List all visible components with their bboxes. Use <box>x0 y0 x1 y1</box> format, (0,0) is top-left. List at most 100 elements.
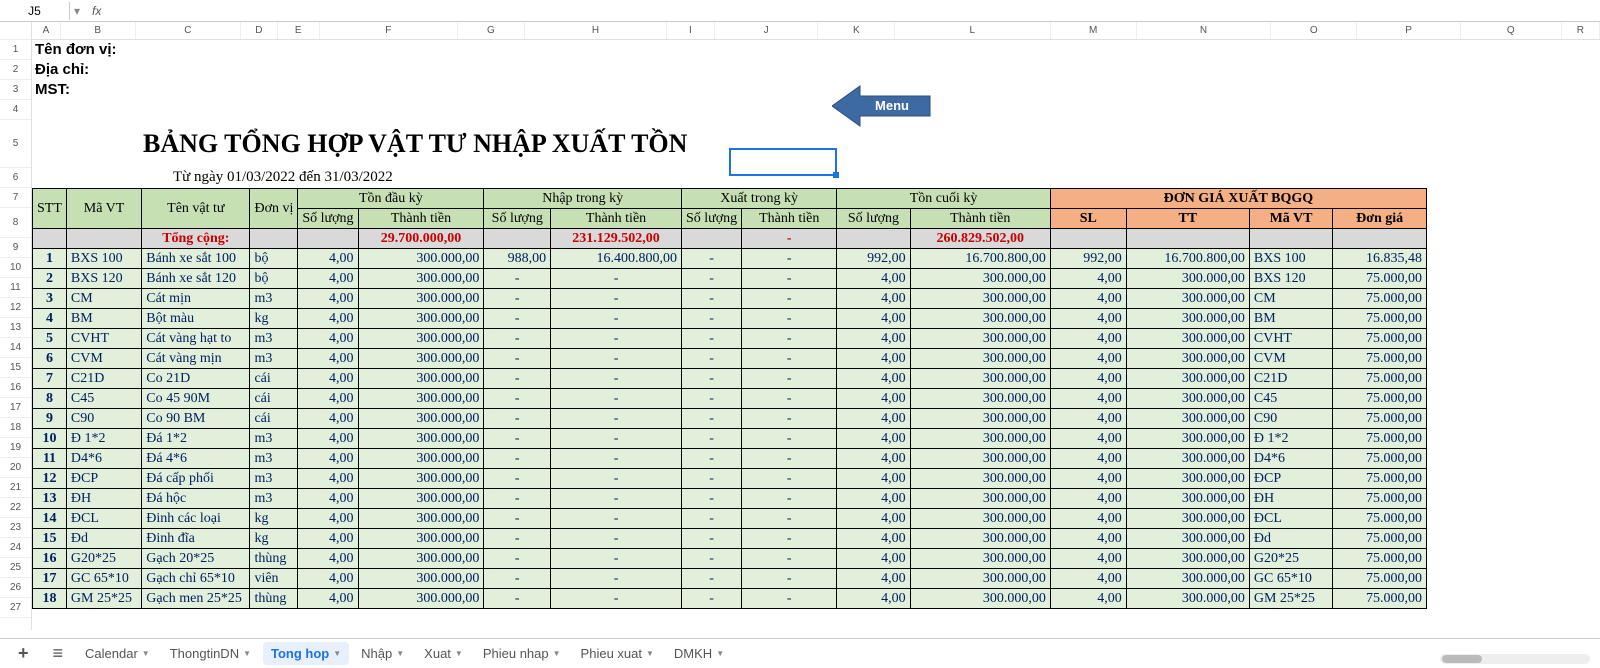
table-cell[interactable]: - <box>484 349 551 369</box>
row-header[interactable]: 10 <box>0 258 31 278</box>
table-row[interactable]: 9C90Co 90 BMcái4,00300.000,00----4,00300… <box>33 409 1427 429</box>
table-cell[interactable]: 16 <box>33 549 67 569</box>
table-cell[interactable]: - <box>681 569 741 589</box>
table-cell[interactable]: 300.000,00 <box>358 569 484 589</box>
table-cell[interactable]: thùng <box>250 589 298 609</box>
table-cell[interactable]: 4,00 <box>837 349 910 369</box>
column-header[interactable]: D <box>241 22 277 39</box>
table-cell[interactable]: - <box>681 429 741 449</box>
table-cell[interactable]: - <box>681 509 741 529</box>
table-cell[interactable]: 4,00 <box>1050 269 1126 289</box>
row-header[interactable]: 17 <box>0 398 31 418</box>
row-header[interactable]: 27 <box>0 598 31 618</box>
table-cell[interactable]: 300.000,00 <box>910 369 1050 389</box>
table-cell[interactable]: 4,00 <box>298 569 358 589</box>
table-cell[interactable]: bộ <box>250 269 298 289</box>
table-cell[interactable]: 300.000,00 <box>1126 509 1249 529</box>
name-box-dropdown-icon[interactable]: ▾ <box>70 4 84 18</box>
table-cell[interactable]: 300.000,00 <box>1126 469 1249 489</box>
sheet-tab[interactable]: DMKH▼ <box>666 642 732 665</box>
sheet-tab[interactable]: Xuat▼ <box>416 642 471 665</box>
table-cell[interactable]: 4,00 <box>1050 529 1126 549</box>
table-cell[interactable]: Bánh xe sắt 120 <box>142 269 250 289</box>
table-cell[interactable]: 4,00 <box>837 489 910 509</box>
fx-icon[interactable]: fx <box>84 4 109 18</box>
chevron-down-icon[interactable]: ▼ <box>553 649 561 658</box>
selected-cell-J5[interactable] <box>729 148 837 176</box>
table-cell[interactable]: Đá cấp phối <box>142 469 250 489</box>
table-cell[interactable]: 4,00 <box>837 589 910 609</box>
table-cell[interactable]: 300.000,00 <box>1126 569 1249 589</box>
table-cell[interactable]: 988,00 <box>484 249 551 269</box>
row-header[interactable]: 6 <box>0 168 31 188</box>
table-cell[interactable]: 300.000,00 <box>358 429 484 449</box>
th-bq-dg[interactable]: Đơn giá <box>1333 209 1427 229</box>
table-cell[interactable]: - <box>742 509 837 529</box>
table-cell[interactable]: C21D <box>66 369 141 389</box>
table-cell[interactable]: 4,00 <box>298 249 358 269</box>
table-cell[interactable]: 300.000,00 <box>1126 489 1249 509</box>
table-cell[interactable]: Gạch chỉ 65*10 <box>142 569 250 589</box>
th-tt[interactable]: Thành tiền <box>358 209 484 229</box>
table-cell[interactable]: - <box>681 549 741 569</box>
table-cell[interactable]: 4 <box>33 309 67 329</box>
table-row[interactable]: 10Đ 1*2Đá 1*2m34,00300.000,00----4,00300… <box>33 429 1427 449</box>
table-cell[interactable]: cái <box>250 389 298 409</box>
table-cell[interactable]: viên <box>250 569 298 589</box>
table-row[interactable]: 7C21DCo 21Dcái4,00300.000,00----4,00300.… <box>33 369 1427 389</box>
table-cell[interactable]: 15 <box>33 529 67 549</box>
table-cell[interactable]: m3 <box>250 429 298 449</box>
table-cell[interactable]: - <box>681 409 741 429</box>
table-cell[interactable]: - <box>681 389 741 409</box>
row-header[interactable]: 24 <box>0 538 31 558</box>
chevron-down-icon[interactable]: ▼ <box>455 649 463 658</box>
table-cell[interactable]: 4,00 <box>298 549 358 569</box>
table-cell[interactable]: - <box>551 349 682 369</box>
th-tt[interactable]: Thành tiền <box>742 209 837 229</box>
add-sheet-button[interactable]: + <box>8 643 39 664</box>
table-cell[interactable]: 7 <box>33 369 67 389</box>
table-cell[interactable]: ĐCL <box>66 509 141 529</box>
table-cell[interactable]: 300.000,00 <box>1126 429 1249 449</box>
table-cell[interactable]: 300.000,00 <box>910 349 1050 369</box>
table-cell[interactable]: 4,00 <box>1050 349 1126 369</box>
table-cell[interactable]: 75.000,00 <box>1333 569 1427 589</box>
table-cell[interactable]: 300.000,00 <box>1126 529 1249 549</box>
column-header[interactable]: E <box>278 22 320 39</box>
select-all[interactable] <box>0 22 31 40</box>
table-cell[interactable]: BM <box>66 309 141 329</box>
table-cell[interactable]: 300.000,00 <box>910 309 1050 329</box>
table-cell[interactable]: 75.000,00 <box>1333 549 1427 569</box>
table-cell[interactable]: 16.700.800,00 <box>910 249 1050 269</box>
table-cell[interactable]: 4,00 <box>837 449 910 469</box>
row-header[interactable]: 11 <box>0 278 31 298</box>
table-cell[interactable]: 300.000,00 <box>358 509 484 529</box>
table-row[interactable]: 4BMBột màukg4,00300.000,00----4,00300.00… <box>33 309 1427 329</box>
table-cell[interactable]: 300.000,00 <box>358 489 484 509</box>
table-cell[interactable]: 4,00 <box>1050 449 1126 469</box>
row-header[interactable]: 8 <box>0 208 31 238</box>
table-cell[interactable]: 300.000,00 <box>358 469 484 489</box>
table-cell[interactable]: 4,00 <box>298 349 358 369</box>
row-header[interactable]: 5 <box>0 120 31 168</box>
table-cell[interactable]: GM 25*25 <box>66 589 141 609</box>
name-box[interactable]: J5 <box>0 2 70 20</box>
table-cell[interactable]: - <box>681 469 741 489</box>
table-cell[interactable]: 4,00 <box>298 289 358 309</box>
table-cell[interactable]: GC 65*10 <box>66 569 141 589</box>
table-cell[interactable]: - <box>484 309 551 329</box>
table-cell[interactable]: m3 <box>250 489 298 509</box>
table-cell[interactable]: 4,00 <box>1050 409 1126 429</box>
table-cell[interactable]: 300.000,00 <box>910 469 1050 489</box>
row-header[interactable]: 18 <box>0 418 31 438</box>
table-cell[interactable]: 4,00 <box>1050 589 1126 609</box>
th-tondk[interactable]: Tồn đầu kỳ <box>298 189 484 209</box>
th-stt[interactable]: STT <box>33 189 67 229</box>
table-row[interactable]: 12ĐCPĐá cấp phốim34,00300.000,00----4,00… <box>33 469 1427 489</box>
table-row[interactable]: 15ĐdĐinh đĩakg4,00300.000,00----4,00300.… <box>33 529 1427 549</box>
table-cell[interactable]: 4,00 <box>1050 569 1126 589</box>
column-header[interactable]: M <box>1051 22 1137 39</box>
table-cell[interactable]: Đinh các loại <box>142 509 250 529</box>
row-header[interactable]: 19 <box>0 438 31 458</box>
table-cell[interactable]: 300.000,00 <box>358 529 484 549</box>
